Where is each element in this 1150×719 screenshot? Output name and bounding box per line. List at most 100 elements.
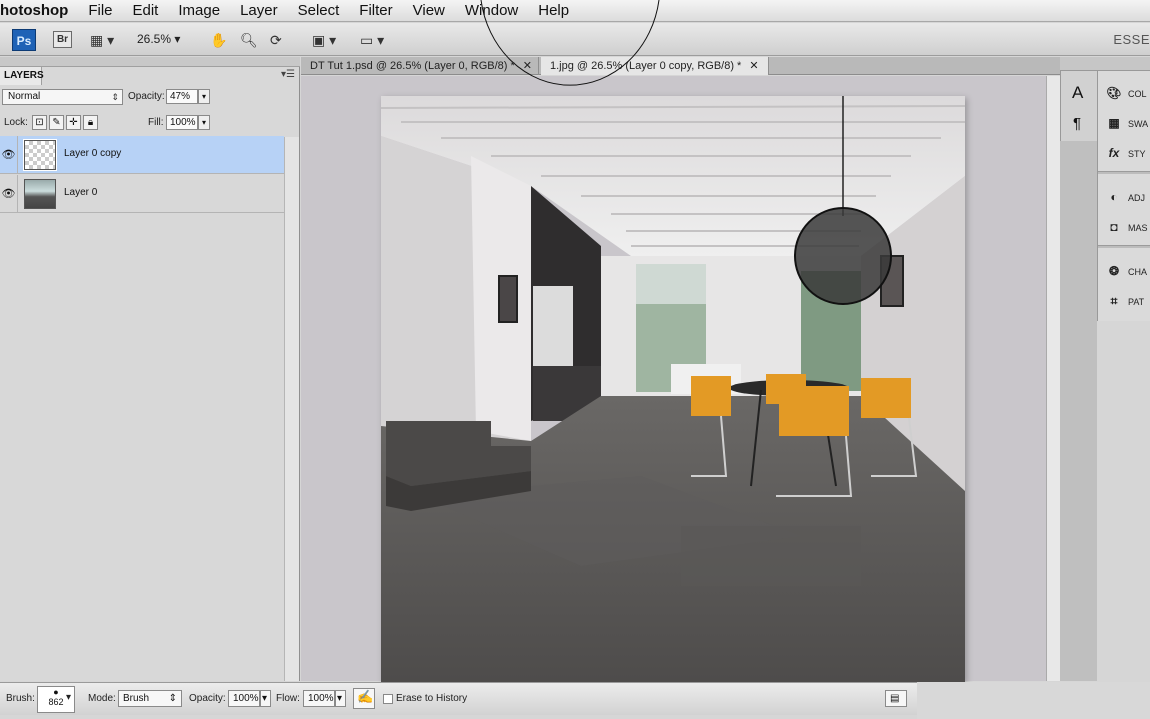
menu-image[interactable]: Image xyxy=(168,2,230,19)
dock-empty-area xyxy=(1060,141,1097,681)
menu-view[interactable]: View xyxy=(403,2,455,19)
menu-select[interactable]: Select xyxy=(288,2,350,19)
panel-label: MAS xyxy=(1128,223,1148,233)
lock-all-icon[interactable]: 🔒︎ xyxy=(83,115,98,130)
panel-label: ADJ xyxy=(1128,193,1146,203)
flow-field[interactable]: 100% xyxy=(303,690,335,707)
brush-opacity-field[interactable]: 100% xyxy=(228,690,260,707)
panel-dock: 🎨︎ COL ▦ SWA fx STY ◐ ADJ ◘ MAS ❂ CHA ⌗ PAT xyxy=(1097,71,1150,321)
layer-thumbnail xyxy=(23,139,57,171)
swatches-icon: ▦ xyxy=(1108,116,1120,130)
opacity-slider-button[interactable]: ▾ xyxy=(198,89,210,104)
adjustments-icon: ◐ xyxy=(1110,190,1118,204)
brush-label: Brush: xyxy=(6,693,35,704)
character-dock: A ¶ xyxy=(1060,71,1097,141)
character-icon[interactable]: A xyxy=(1072,83,1083,103)
flow-slider-button[interactable]: ▾ xyxy=(335,690,346,707)
airbrush-icon[interactable]: ✍ xyxy=(353,688,375,709)
close-icon[interactable]: ✕ xyxy=(749,60,758,72)
visibility-eye-icon[interactable]: 👁︎ xyxy=(0,175,18,213)
panel-color[interactable]: 🎨︎ COL xyxy=(1106,82,1147,104)
menu-filter[interactable]: Filter xyxy=(349,2,402,19)
document-canvas-area[interactable] xyxy=(301,0,1046,682)
menu-layer[interactable]: Layer xyxy=(230,2,288,19)
styles-icon: fx xyxy=(1108,146,1120,160)
erase-to-history-checkbox[interactable] xyxy=(383,694,393,704)
panel-label: STY xyxy=(1128,149,1146,159)
menu-file[interactable]: File xyxy=(78,2,122,19)
mode-label: Mode: xyxy=(88,693,116,704)
dock-separator xyxy=(1098,171,1150,174)
hand-tool-icon[interactable]: ✋ xyxy=(210,30,227,50)
app-menu[interactable]: hotoshop xyxy=(0,2,78,19)
panel-toggle-icon[interactable]: ▤ xyxy=(885,690,907,707)
menu-edit[interactable]: Edit xyxy=(123,2,169,19)
layers-tab[interactable]: LAYERS xyxy=(0,67,44,85)
blend-mode-select[interactable]: Normal ⇕ xyxy=(2,89,123,105)
view-extras-icon[interactable]: ▦ ▾ xyxy=(90,30,114,50)
dock-separator xyxy=(1098,245,1150,248)
zoom-level[interactable]: 26.5% ▾ xyxy=(137,32,180,46)
erase-to-history-label: Erase to History xyxy=(396,693,468,704)
fill-label: Fill: xyxy=(148,117,164,128)
blend-mode-value: Normal xyxy=(8,91,41,102)
panel-masks[interactable]: ◘ MAS xyxy=(1106,216,1148,238)
layer-name: Layer 0 xyxy=(64,187,98,198)
lock-image-icon[interactable]: ✎ xyxy=(49,115,64,130)
bridge-button[interactable]: Br xyxy=(53,31,72,48)
mode-select[interactable]: Brush ⇕ xyxy=(118,690,182,707)
paragraph-icon[interactable]: ¶ xyxy=(1073,115,1081,132)
interior-render-image xyxy=(381,96,965,682)
rotate-view-icon[interactable]: ⟳ xyxy=(270,30,282,50)
panel-label: CHA xyxy=(1128,267,1148,277)
right-dock-strip[interactable] xyxy=(1060,57,1150,71)
zoom-value: 26.5% xyxy=(137,32,172,46)
fill-slider-button[interactable]: ▾ xyxy=(198,115,210,130)
color-icon: 🎨︎ xyxy=(1106,86,1122,100)
flow-label: Flow: xyxy=(276,693,300,704)
document-tabs: DT Tut 1.psd @ 26.5% (Layer 0, RGB/8) * ✕… xyxy=(301,57,1060,75)
panel-collapse-strip[interactable] xyxy=(0,57,300,67)
canvas-scrollbar[interactable] xyxy=(1046,76,1060,681)
zoom-tool-icon[interactable]: 🔍︎ xyxy=(240,30,258,50)
layer-opacity-field[interactable]: 47% xyxy=(166,89,198,104)
layer-row-layer-0[interactable]: 👁︎ Layer 0 xyxy=(0,175,284,213)
visibility-eye-icon[interactable]: 👁︎ xyxy=(0,136,18,174)
brush-dropdown-icon[interactable]: ▾ xyxy=(66,692,71,703)
photoshop-logo: Ps xyxy=(12,29,36,51)
lock-transparent-icon[interactable]: ⊡ xyxy=(32,115,47,130)
panel-label: PAT xyxy=(1128,297,1145,307)
panel-label: COL xyxy=(1128,89,1147,99)
updown-arrow-icon: ⇕ xyxy=(111,92,119,102)
lock-position-icon[interactable]: ✛ xyxy=(66,115,81,130)
panel-styles[interactable]: fx STY xyxy=(1106,142,1146,164)
panel-adjustments[interactable]: ◐ ADJ xyxy=(1106,186,1145,208)
workspace-switcher[interactable]: ESSE xyxy=(1113,32,1150,47)
arrange-documents-icon[interactable]: ▣ ▾ xyxy=(312,30,336,50)
layers-scrollbar[interactable] xyxy=(284,137,299,681)
channels-icon: ❂ xyxy=(1108,264,1120,278)
opacity-label: Opacity: xyxy=(189,693,226,704)
mode-value: Brush xyxy=(123,693,150,704)
document-image[interactable] xyxy=(381,96,965,682)
lock-label: Lock: xyxy=(4,117,28,128)
panel-paths[interactable]: ⌗ PAT xyxy=(1106,290,1145,312)
layer-thumbnail xyxy=(24,179,56,209)
status-area xyxy=(917,682,1150,719)
paths-icon: ⌗ xyxy=(1110,294,1118,308)
panel-swatches[interactable]: ▦ SWA xyxy=(1106,112,1148,134)
eraser-options-bar: Brush: ● 862 ▾ Mode: Brush ⇕ Opacity: 10… xyxy=(0,682,917,715)
fill-field[interactable]: 100% xyxy=(166,115,198,130)
masks-icon: ◘ xyxy=(1110,220,1118,234)
opacity-slider-button[interactable]: ▾ xyxy=(260,690,271,707)
layer-name: Layer 0 copy xyxy=(64,148,122,159)
panel-channels[interactable]: ❂ CHA xyxy=(1106,260,1147,282)
updown-arrow-icon: ⇕ xyxy=(168,693,177,704)
opacity-label: Opacity: xyxy=(128,91,165,102)
layers-panel: LAYERS ▾☰ Normal ⇕ Opacity: 47% ▾ Lock: … xyxy=(0,57,300,681)
layer-row-layer-0-copy[interactable]: 👁︎ Layer 0 copy xyxy=(0,136,284,174)
brush-cursor-outline xyxy=(480,0,660,86)
panel-menu-icon[interactable]: ▾☰ xyxy=(281,69,295,80)
panel-label: SWA xyxy=(1128,119,1149,129)
screen-mode-icon[interactable]: ▭ ▾ xyxy=(360,30,384,50)
